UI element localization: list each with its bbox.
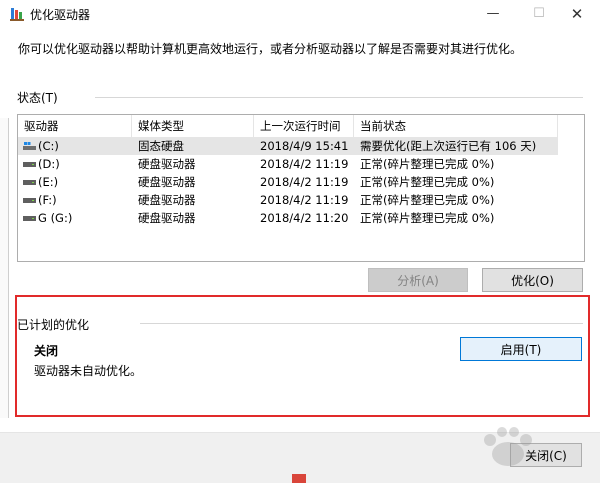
schedule-state-description: 驱动器未自动优化。 xyxy=(34,364,143,378)
minimize-button[interactable]: — xyxy=(470,0,516,28)
title-bar: 优化驱动器 — ☐ ✕ xyxy=(0,0,600,28)
drive-name: (E:) xyxy=(38,175,59,189)
column-header-current-status[interactable]: 当前状态 xyxy=(354,115,558,137)
window-title: 优化驱动器 xyxy=(30,8,91,22)
last-run: 2018/4/2 11:19 xyxy=(260,193,349,207)
drive-name: (F:) xyxy=(38,193,57,207)
table-row[interactable]: G (G:) 硬盘驱动器 2018/4/2 11:20 正常(碎片整理已完成 0… xyxy=(18,209,558,227)
table-row[interactable]: (E:) 硬盘驱动器 2018/4/2 11:19 正常(碎片整理已完成 0%) xyxy=(18,173,558,191)
column-header-last-run[interactable]: 上一次运行时间 xyxy=(254,115,354,137)
drive-list-header: 驱动器 媒体类型 上一次运行时间 当前状态 xyxy=(18,115,584,137)
column-header-media-type[interactable]: 媒体类型 xyxy=(132,115,254,137)
status-section-label: 状态(T) xyxy=(17,91,58,105)
current-status: 需要优化(距上次运行已有 106 天) xyxy=(360,139,537,153)
media-type: 固态硬盘 xyxy=(138,139,184,153)
background-app-edge xyxy=(0,118,9,418)
drive-list[interactable]: 驱动器 媒体类型 上一次运行时间 当前状态 (C:) 固态硬盘 2018/4/9… xyxy=(17,114,585,262)
schedule-state-title: 关闭 xyxy=(34,344,59,358)
current-status: 正常(碎片整理已完成 0%) xyxy=(360,193,495,207)
scheduled-section-label: 已计划的优化 xyxy=(17,318,90,332)
scheduled-divider xyxy=(140,323,583,324)
table-row[interactable]: (C:) 固态硬盘 2018/4/9 15:41 需要优化(距上次运行已有 10… xyxy=(18,137,558,155)
close-button[interactable]: 关闭(C) xyxy=(510,443,582,467)
defrag-app-icon xyxy=(10,8,24,21)
close-window-button[interactable]: ✕ xyxy=(554,0,600,28)
current-status: 正常(碎片整理已完成 0%) xyxy=(360,211,495,225)
hdd-icon xyxy=(23,162,36,167)
windows-drive-icon xyxy=(23,142,36,150)
last-run: 2018/4/2 11:19 xyxy=(260,157,349,171)
drive-name: (D:) xyxy=(38,157,60,171)
optimize-button[interactable]: 优化(O) xyxy=(482,268,583,292)
drive-name: G (G:) xyxy=(38,211,73,225)
taskbar-badge xyxy=(292,474,306,483)
media-type: 硬盘驱动器 xyxy=(138,211,196,225)
last-run: 2018/4/2 11:20 xyxy=(260,211,349,225)
analyze-button[interactable]: 分析(A) xyxy=(368,268,468,292)
intro-text: 你可以优化驱动器以帮助计算机更高效地运行，或者分析驱动器以了解是否需要对其进行优… xyxy=(18,42,523,56)
current-status: 正常(碎片整理已完成 0%) xyxy=(360,175,495,189)
hdd-icon xyxy=(23,198,36,203)
last-run: 2018/4/2 11:19 xyxy=(260,175,349,189)
current-status: 正常(碎片整理已完成 0%) xyxy=(360,157,495,171)
media-type: 硬盘驱动器 xyxy=(138,193,196,207)
enable-schedule-button[interactable]: 启用(T) xyxy=(460,337,582,361)
column-header-drive[interactable]: 驱动器 xyxy=(18,115,132,137)
last-run: 2018/4/9 15:41 xyxy=(260,139,349,153)
optimize-drives-window: 优化驱动器 — ☐ ✕ 你可以优化驱动器以帮助计算机更高效地运行，或者分析驱动器… xyxy=(0,0,600,483)
drive-name: (C:) xyxy=(38,139,59,153)
hdd-icon xyxy=(23,180,36,185)
media-type: 硬盘驱动器 xyxy=(138,175,196,189)
hdd-icon xyxy=(23,216,36,221)
table-row[interactable]: (F:) 硬盘驱动器 2018/4/2 11:19 正常(碎片整理已完成 0%) xyxy=(18,191,558,209)
table-row[interactable]: (D:) 硬盘驱动器 2018/4/2 11:19 正常(碎片整理已完成 0%) xyxy=(18,155,558,173)
media-type: 硬盘驱动器 xyxy=(138,157,196,171)
status-divider xyxy=(95,97,583,98)
